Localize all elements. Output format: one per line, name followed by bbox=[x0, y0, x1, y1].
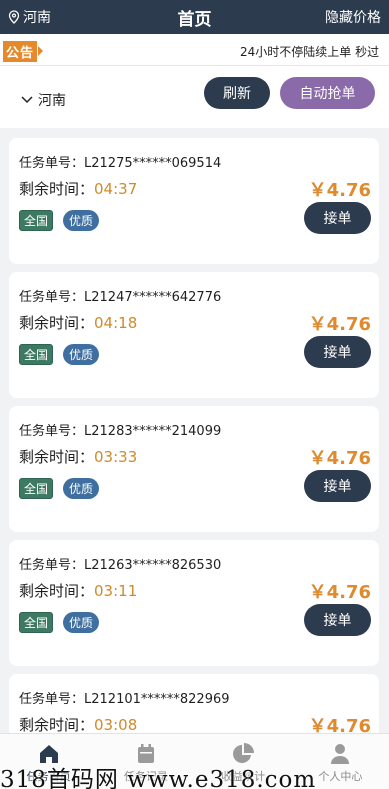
order-tags: 全国 优质 bbox=[19, 612, 100, 633]
tag-quality: 优质 bbox=[63, 612, 100, 633]
order-id-row: 任务单号：L212101******822969 bbox=[19, 688, 230, 707]
order-id: L21283******214099 bbox=[84, 424, 222, 439]
remaining-time-row: 剩余时间：04:18 bbox=[19, 312, 137, 333]
region-label: 河南 bbox=[38, 93, 66, 109]
remaining-time-row: 剩余时间：03:11 bbox=[19, 580, 137, 601]
remaining-time-row: 剩余时间：03:08 bbox=[19, 714, 137, 735]
tag-quality: 优质 bbox=[63, 344, 100, 365]
accept-order-button[interactable]: 接单 bbox=[304, 604, 371, 636]
filter-bar: 河南 刷新 自动抢单 bbox=[0, 66, 389, 128]
remaining-time: 03:33 bbox=[94, 448, 138, 466]
notice-arrow-icon bbox=[38, 46, 44, 56]
notice-bar: 公告 24小时不停陆续上单 秒过 bbox=[0, 34, 389, 66]
remaining-time-row: 剩余时间：03:33 bbox=[19, 446, 137, 467]
tag-quality: 优质 bbox=[63, 478, 100, 499]
accept-order-button[interactable]: 接单 bbox=[304, 470, 371, 502]
order-price: ￥4.76 bbox=[308, 314, 371, 335]
auto-grab-button[interactable]: 自动抢单 bbox=[280, 77, 375, 109]
order-id: L212101******822969 bbox=[84, 692, 230, 707]
order-id-row: 任务单号：L21263******826530 bbox=[19, 554, 221, 573]
remaining-time-label: 剩余时间： bbox=[19, 716, 95, 734]
order-price: ￥4.76 bbox=[308, 448, 371, 469]
location-label: 河南 bbox=[23, 10, 51, 26]
order-price: ￥4.76 bbox=[308, 180, 371, 201]
tag-nationwide: 全国 bbox=[19, 210, 54, 231]
top-header: 河南 首页 隐藏价格 bbox=[0, 0, 389, 34]
remaining-time-label: 剩余时间： bbox=[19, 448, 95, 466]
tag-nationwide: 全国 bbox=[19, 478, 54, 499]
order-id-label: 任务单号： bbox=[19, 424, 85, 439]
order-id: L21263******826530 bbox=[84, 558, 222, 573]
accept-order-button[interactable]: 接单 bbox=[304, 202, 371, 234]
order-id-row: 任务单号：L21247******642776 bbox=[19, 286, 221, 305]
order-card: 任务单号：L21275******069514 剩余时间：04:37 ￥4.76… bbox=[9, 138, 379, 264]
tag-nationwide: 全国 bbox=[19, 612, 54, 633]
remaining-time: 04:18 bbox=[94, 314, 138, 332]
notice-badge: 公告 bbox=[3, 40, 44, 62]
location-selector[interactable]: 河南 bbox=[8, 7, 51, 27]
remaining-time-label: 剩余时间： bbox=[19, 314, 95, 332]
order-price: ￥4.76 bbox=[308, 582, 371, 603]
notice-badge-label: 公告 bbox=[3, 40, 38, 62]
location-pin-icon bbox=[8, 10, 20, 24]
order-id-label: 任务单号： bbox=[19, 558, 85, 573]
remaining-time-label: 剩余时间： bbox=[19, 180, 95, 198]
remaining-time-row: 剩余时间：04:37 bbox=[19, 178, 137, 199]
order-id-label: 任务单号： bbox=[19, 692, 85, 707]
order-card: 任务单号：L21263******826530 剩余时间：03:11 ￥4.76… bbox=[9, 540, 379, 666]
tag-quality: 优质 bbox=[63, 210, 100, 231]
order-card: 任务单号：L21247******642776 剩余时间：04:18 ￥4.76… bbox=[9, 272, 379, 398]
remaining-time: 03:08 bbox=[94, 716, 138, 734]
order-tags: 全国 优质 bbox=[19, 478, 100, 499]
notice-text: 24小时不停陆续上单 秒过 bbox=[240, 45, 380, 59]
chevron-down-icon bbox=[21, 96, 33, 104]
order-id-row: 任务单号：L21283******214099 bbox=[19, 420, 221, 439]
order-id-label: 任务单号： bbox=[19, 156, 85, 171]
site-watermark: 318首码网 www.e318.com bbox=[0, 767, 317, 789]
order-id-label: 任务单号： bbox=[19, 290, 85, 305]
hide-price-button[interactable]: 隐藏价格 bbox=[325, 7, 381, 27]
order-id: L21275******069514 bbox=[84, 156, 222, 171]
order-card: 任务单号：L21283******214099 剩余时间：03:33 ￥4.76… bbox=[9, 406, 379, 532]
remaining-time-label: 剩余时间： bbox=[19, 582, 95, 600]
refresh-button[interactable]: 刷新 bbox=[204, 77, 270, 109]
order-tags: 全国 优质 bbox=[19, 344, 100, 365]
order-id: L21247******642776 bbox=[84, 290, 222, 305]
region-dropdown[interactable]: 河南 bbox=[20, 90, 66, 110]
accept-order-button[interactable]: 接单 bbox=[304, 336, 371, 368]
order-tags: 全国 优质 bbox=[19, 210, 100, 231]
order-id-row: 任务单号：L21275******069514 bbox=[19, 152, 221, 171]
tag-nationwide: 全国 bbox=[19, 344, 54, 365]
remaining-time: 04:37 bbox=[94, 180, 138, 198]
remaining-time: 03:11 bbox=[94, 582, 138, 600]
